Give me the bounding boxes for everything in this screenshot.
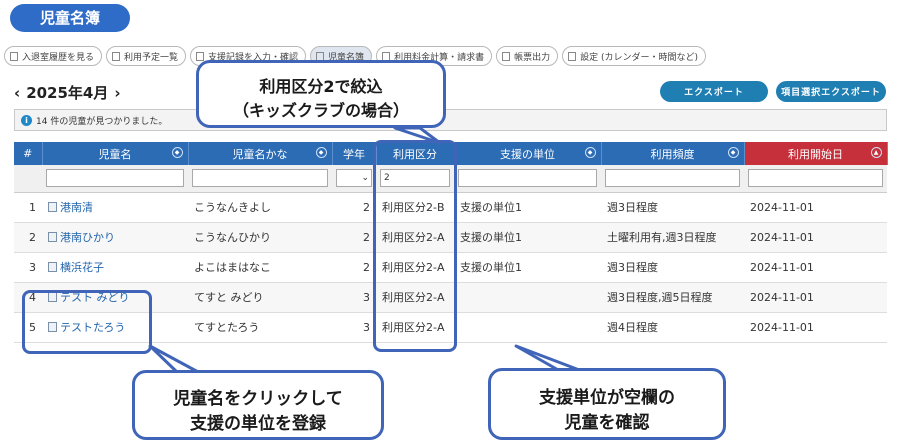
blank-unit-callout: 支援単位が空欄の 児童を確認 (488, 368, 726, 440)
click-name-callout: 児童名をクリックして 支援の単位を登録 (132, 370, 384, 440)
filter-callout: 利用区分2で絞込 （キッズクラブの場合） (196, 60, 446, 128)
